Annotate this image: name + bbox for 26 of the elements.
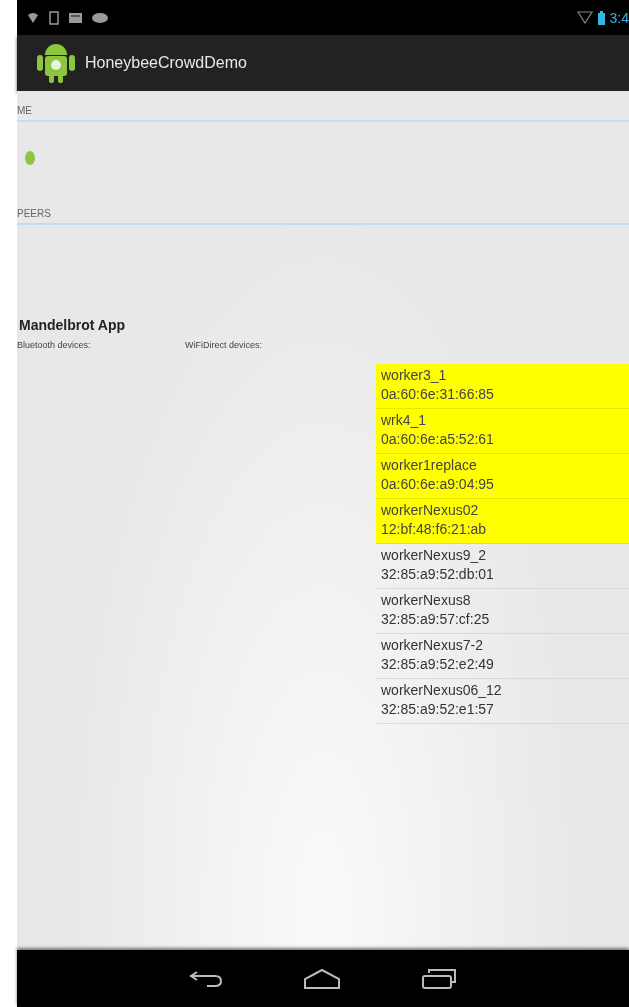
clock-time: 3:4 (609, 9, 629, 26)
image-icon (69, 11, 82, 24)
device-item[interactable]: workerNexus02 12:bf:48:f6:21:ab (376, 499, 629, 544)
android-robot-icon[interactable] (37, 43, 75, 83)
device-item[interactable]: worker1replace 0a:60:6e:a9:04:95 (376, 454, 629, 499)
bluetooth-label: Bluetooth devices: (17, 340, 92, 352)
section-header: ME (17, 91, 629, 122)
phone-icon (49, 10, 59, 25)
signal-icon (27, 11, 39, 24)
app-heading: Mandelbrot App (18, 317, 127, 333)
cloud-icon (92, 12, 108, 23)
recent-apps-icon[interactable] (421, 967, 457, 990)
app-title: HoneybeeCrowdDemo (85, 54, 247, 72)
device-item[interactable]: workerNexus7-2 32:85:a9:52:e2:49 (376, 634, 629, 679)
section-header: PEERS (17, 194, 629, 225)
battery-icon (597, 10, 605, 25)
device-item[interactable]: wrk4_1 0a:60:6e:a5:52:61 (376, 409, 629, 454)
wifi-icon (576, 11, 593, 24)
back-icon[interactable] (189, 968, 223, 989)
android-device-icon (25, 151, 35, 165)
home-icon[interactable] (303, 967, 341, 990)
device-item[interactable]: worker3_1 0a:60:6e:31:66:85 (376, 364, 629, 409)
device-item[interactable]: workerNexus8 32:85:a9:57:cf:25 (376, 589, 629, 634)
device-item[interactable]: workerNexus9_2 32:85:a9:52:db:01 (376, 544, 629, 589)
wifi-label: WiFiDirect devices: (185, 340, 262, 352)
device-item[interactable]: workerNexus06_12 32:85:a9:52:e1:57 (376, 679, 629, 724)
